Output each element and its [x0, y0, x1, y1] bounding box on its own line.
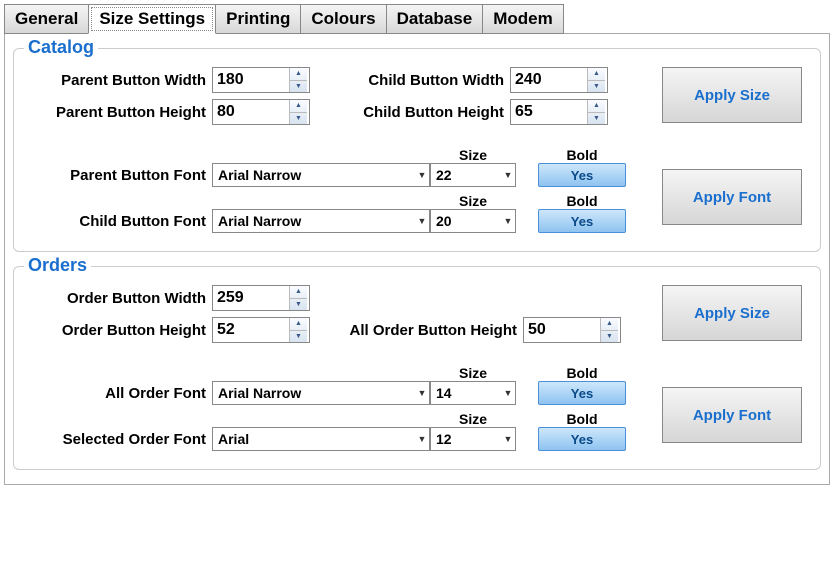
- bold-header: Bold: [566, 365, 597, 381]
- order-width-spinner[interactable]: ▲▼: [212, 285, 310, 311]
- chevron-down-icon[interactable]: ▼: [501, 434, 515, 444]
- all-order-height-label: All Order Button Height: [328, 322, 523, 339]
- selected-order-font-combo[interactable]: Arial ▼: [212, 427, 430, 451]
- child-width-label: Child Button Width: [350, 72, 510, 89]
- spin-down-icon[interactable]: ▼: [290, 113, 307, 125]
- catalog-title: Catalog: [24, 37, 98, 58]
- catalog-group: Catalog Parent Button Width ▲▼ Child But…: [13, 48, 821, 252]
- order-height-spinner[interactable]: ▲▼: [212, 317, 310, 343]
- selected-order-font-size-value: 12: [431, 431, 501, 447]
- child-font-value: Arial Narrow: [213, 213, 415, 229]
- child-font-size-value: 20: [431, 213, 501, 229]
- orders-apply-font-button[interactable]: Apply Font: [662, 387, 802, 443]
- chevron-down-icon[interactable]: ▼: [501, 388, 515, 398]
- spin-up-icon[interactable]: ▲: [601, 318, 618, 331]
- chevron-down-icon[interactable]: ▼: [415, 388, 429, 398]
- all-order-font-size-combo[interactable]: 14 ▼: [430, 381, 516, 405]
- tab-modem[interactable]: Modem: [482, 4, 564, 34]
- parent-width-input[interactable]: [213, 68, 289, 92]
- child-height-input[interactable]: [511, 100, 587, 124]
- spin-up-icon[interactable]: ▲: [290, 68, 307, 81]
- selected-order-font-label: Selected Order Font: [22, 431, 212, 448]
- spin-up-icon[interactable]: ▲: [290, 318, 307, 331]
- tab-general[interactable]: General: [4, 4, 89, 34]
- spin-up-icon[interactable]: ▲: [588, 68, 605, 81]
- spin-down-icon[interactable]: ▼: [588, 81, 605, 93]
- tab-bar: General Size Settings Printing Colours D…: [4, 4, 830, 34]
- tab-printing[interactable]: Printing: [215, 4, 301, 34]
- tab-colours[interactable]: Colours: [300, 4, 386, 34]
- order-height-label: Order Button Height: [22, 322, 212, 339]
- all-order-height-spinner[interactable]: ▲▼: [523, 317, 621, 343]
- all-order-font-label: All Order Font: [22, 385, 212, 402]
- child-width-input[interactable]: [511, 68, 587, 92]
- parent-font-label: Parent Button Font: [22, 167, 212, 184]
- spin-down-icon[interactable]: ▼: [588, 113, 605, 125]
- spin-down-icon[interactable]: ▼: [290, 331, 307, 343]
- bold-header: Bold: [566, 193, 597, 209]
- all-order-height-input[interactable]: [524, 318, 600, 342]
- chevron-down-icon[interactable]: ▼: [415, 216, 429, 226]
- size-header: Size: [430, 365, 516, 381]
- selected-order-font-value: Arial: [213, 431, 415, 447]
- all-order-font-combo[interactable]: Arial Narrow ▼: [212, 381, 430, 405]
- parent-font-bold-button[interactable]: Yes: [538, 163, 626, 187]
- order-height-input[interactable]: [213, 318, 289, 342]
- spin-down-icon[interactable]: ▼: [290, 81, 307, 93]
- child-font-bold-button[interactable]: Yes: [538, 209, 626, 233]
- chevron-down-icon[interactable]: ▼: [501, 170, 515, 180]
- size-header: Size: [430, 193, 516, 209]
- all-order-font-size-value: 14: [431, 385, 501, 401]
- child-font-size-combo[interactable]: 20 ▼: [430, 209, 516, 233]
- chevron-down-icon[interactable]: ▼: [415, 434, 429, 444]
- settings-panel: Catalog Parent Button Width ▲▼ Child But…: [4, 33, 830, 485]
- order-width-input[interactable]: [213, 286, 289, 310]
- parent-font-size-combo[interactable]: 22 ▼: [430, 163, 516, 187]
- bold-header: Bold: [566, 411, 597, 427]
- orders-group: Orders Order Button Width ▲▼ Order Butto…: [13, 266, 821, 470]
- child-font-combo[interactable]: Arial Narrow ▼: [212, 209, 430, 233]
- size-header: Size: [430, 411, 516, 427]
- parent-height-label: Parent Button Height: [22, 104, 212, 121]
- parent-font-combo[interactable]: Arial Narrow ▼: [212, 163, 430, 187]
- spin-up-icon[interactable]: ▲: [290, 100, 307, 113]
- chevron-down-icon[interactable]: ▼: [501, 216, 515, 226]
- spin-down-icon[interactable]: ▼: [290, 299, 307, 311]
- spin-up-icon[interactable]: ▲: [290, 286, 307, 299]
- parent-width-spinner[interactable]: ▲▼: [212, 67, 310, 93]
- size-header: Size: [430, 147, 516, 163]
- spin-down-icon[interactable]: ▼: [601, 331, 618, 343]
- all-order-font-value: Arial Narrow: [213, 385, 415, 401]
- orders-apply-size-button[interactable]: Apply Size: [662, 285, 802, 341]
- tab-database[interactable]: Database: [386, 4, 484, 34]
- orders-title: Orders: [24, 255, 91, 276]
- child-width-spinner[interactable]: ▲▼: [510, 67, 608, 93]
- parent-font-value: Arial Narrow: [213, 167, 415, 183]
- parent-width-label: Parent Button Width: [22, 72, 212, 89]
- bold-header: Bold: [566, 147, 597, 163]
- order-width-label: Order Button Width: [22, 290, 212, 307]
- chevron-down-icon[interactable]: ▼: [415, 170, 429, 180]
- selected-order-font-size-combo[interactable]: 12 ▼: [430, 427, 516, 451]
- parent-height-input[interactable]: [213, 100, 289, 124]
- child-font-label: Child Button Font: [22, 213, 212, 230]
- child-height-spinner[interactable]: ▲▼: [510, 99, 608, 125]
- child-height-label: Child Button Height: [350, 104, 510, 121]
- catalog-apply-size-button[interactable]: Apply Size: [662, 67, 802, 123]
- parent-font-size-value: 22: [431, 167, 501, 183]
- catalog-apply-font-button[interactable]: Apply Font: [662, 169, 802, 225]
- parent-height-spinner[interactable]: ▲▼: [212, 99, 310, 125]
- tab-size-settings[interactable]: Size Settings: [88, 4, 216, 34]
- all-order-font-bold-button[interactable]: Yes: [538, 381, 626, 405]
- selected-order-font-bold-button[interactable]: Yes: [538, 427, 626, 451]
- spin-up-icon[interactable]: ▲: [588, 100, 605, 113]
